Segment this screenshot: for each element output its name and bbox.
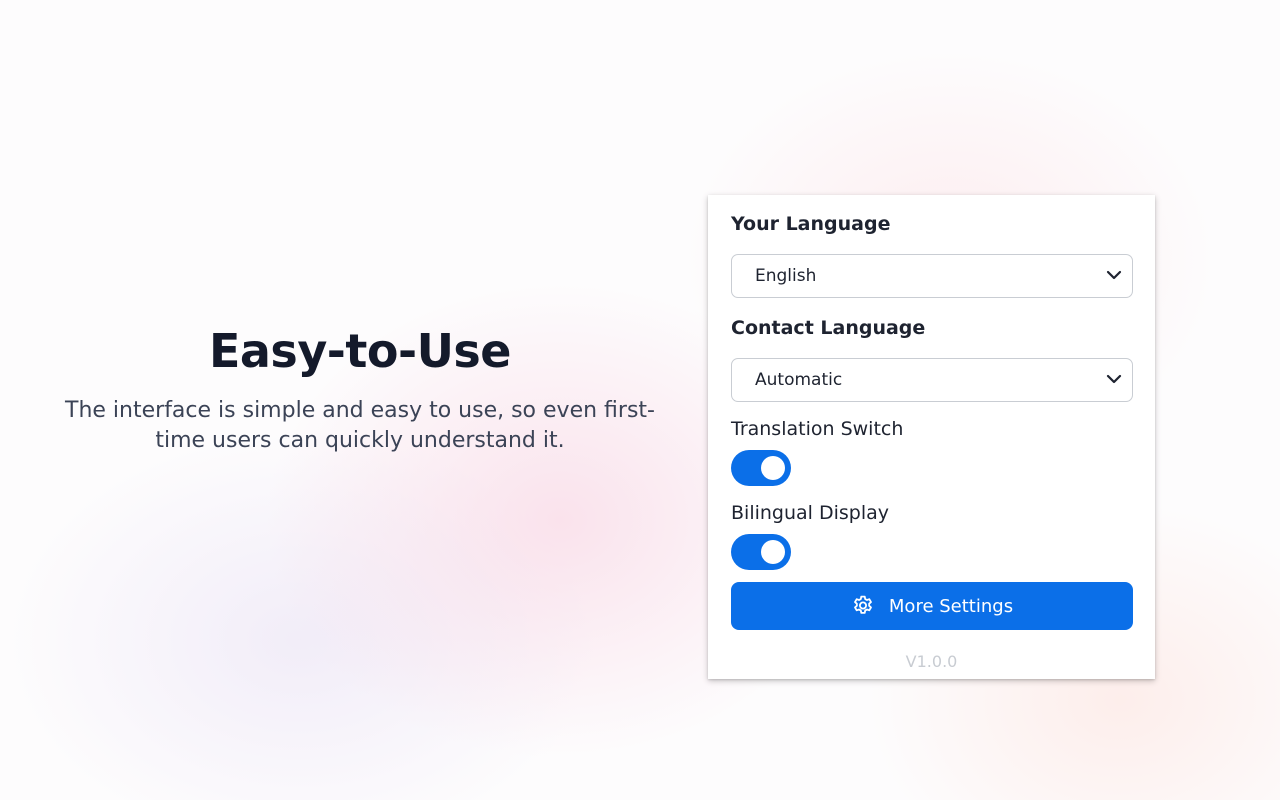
translation-switch-label: Translation Switch (731, 418, 904, 440)
toggle-knob (761, 456, 785, 480)
version-text: V1.0.0 (905, 652, 958, 671)
gear-icon (854, 595, 872, 614)
your-language-label: Your Language (731, 213, 891, 235)
chevron-down-icon (1106, 270, 1122, 280)
bilingual-display-toggle[interactable] (731, 534, 791, 570)
hero-description: The interface is simple and easy to use,… (65, 398, 655, 453)
settings-popup: Your Language English Contact Language A… (708, 195, 1155, 679)
chevron-down-icon (1106, 374, 1122, 384)
your-language-value: English (755, 266, 817, 286)
more-settings-button[interactable]: More Settings (731, 582, 1133, 630)
hero-section: Easy-to-Use The interface is simple and … (40, 318, 680, 456)
your-language-select[interactable]: English (731, 254, 1133, 298)
toggle-knob (761, 540, 785, 564)
contact-language-label: Contact Language (731, 317, 926, 339)
contact-language-value: Automatic (755, 370, 843, 390)
contact-language-select[interactable]: Automatic (731, 358, 1133, 402)
hero-title: Easy-to-Use (208, 324, 512, 378)
more-settings-label: More Settings (888, 595, 1014, 617)
bilingual-display-label: Bilingual Display (731, 502, 890, 524)
translation-switch-toggle[interactable] (731, 450, 791, 486)
